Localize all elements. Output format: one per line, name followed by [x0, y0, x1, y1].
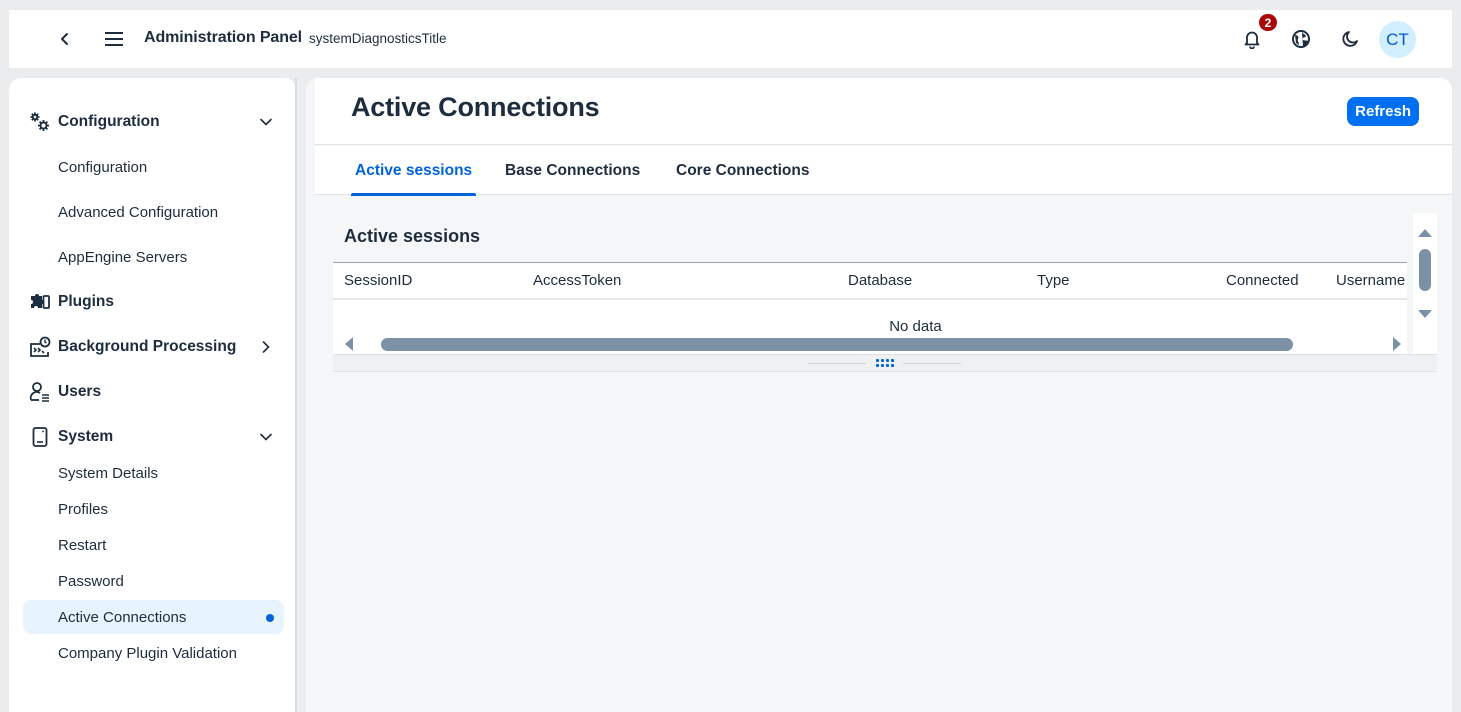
table-header: SessionID AccessToken Database Type Conn…	[333, 263, 1407, 300]
tab-base-connections[interactable]: Base Connections	[505, 146, 640, 195]
chevron-right-icon	[258, 339, 274, 355]
gears-icon	[28, 110, 52, 134]
active-indicator-dot	[266, 614, 274, 622]
sidebar-item-password[interactable]: Password	[23, 564, 284, 598]
resize-line	[808, 363, 866, 364]
tab-active-sessions[interactable]: Active sessions	[350, 146, 477, 196]
page-title: Active Connections	[351, 92, 600, 122]
column-header-username[interactable]: Username	[1336, 272, 1405, 289]
sidebar-group-system[interactable]: System	[23, 419, 284, 455]
sidebar-item-label: Password	[58, 572, 124, 590]
vertical-scrollbar[interactable]	[1413, 213, 1437, 372]
sidebar-item-label: AppEngine Servers	[58, 248, 188, 266]
main-content: Active Connections Refresh Active sessio…	[306, 78, 1452, 712]
sidebar-item-label: Configuration	[58, 158, 148, 176]
sidebar-item-system-details[interactable]: System Details	[23, 456, 284, 490]
sidebar-group-label: Users	[58, 383, 102, 400]
moon-icon	[1342, 31, 1358, 47]
sidebar-item-company-plugin-validation[interactable]: Company Plugin Validation	[23, 636, 284, 670]
sidebar-item-restart[interactable]: Restart	[23, 528, 284, 562]
app-subtitle: systemDiagnosticsTitle	[309, 31, 447, 46]
app-title: Administration Panel	[144, 29, 303, 46]
menu-button[interactable]	[96, 21, 132, 57]
chevron-left-icon	[61, 33, 68, 45]
sidebar-group-background-processing[interactable]: Background Processing	[23, 329, 284, 365]
hamburger-menu-icon	[105, 32, 123, 46]
sidebar-item-label: Advanced Configuration	[58, 203, 219, 221]
horizontal-scrollbar-thumb[interactable]	[381, 338, 1293, 351]
globe-icon	[1292, 30, 1310, 48]
table-resize-handle[interactable]	[333, 354, 1437, 372]
sessions-table: SessionID AccessToken Database Type Conn…	[333, 262, 1407, 354]
device-icon	[28, 425, 52, 449]
puzzle-icon	[28, 290, 52, 314]
sidebar-item-appengine-servers[interactable]: AppEngine Servers	[23, 240, 284, 274]
sidebar-item-label: Profiles	[58, 500, 109, 518]
sidebar-scrollbar[interactable]	[295, 78, 297, 712]
tab-core-connections[interactable]: Core Connections	[676, 146, 809, 195]
sidebar-group-configuration[interactable]: Configuration	[23, 104, 284, 140]
language-button[interactable]	[1283, 21, 1319, 57]
vertical-scrollbar-thumb[interactable]	[1419, 249, 1431, 291]
sidebar-group-label: Plugins	[58, 293, 114, 310]
sidebar-item-configuration[interactable]: Configuration	[23, 150, 284, 184]
background-job-icon	[28, 335, 52, 359]
column-header-type[interactable]: Type	[1037, 272, 1070, 289]
scroll-down-arrow[interactable]	[1418, 310, 1432, 318]
refresh-button[interactable]: Refresh	[1347, 97, 1419, 126]
notification-badge: 2	[1259, 14, 1277, 31]
sidebar-item-profiles[interactable]: Profiles	[23, 492, 284, 526]
page-header: Active Connections Refresh	[315, 78, 1452, 145]
sidebar: Configuration Configuration Advanced Con…	[9, 78, 297, 712]
bell-icon	[1244, 31, 1260, 49]
section-title: Active sessions	[344, 226, 481, 246]
empty-table-message: No data	[889, 318, 942, 335]
back-button[interactable]	[47, 21, 83, 57]
user-list-icon	[28, 380, 52, 404]
sidebar-item-label: System Details	[58, 464, 159, 482]
column-header-connected[interactable]: Connected	[1226, 272, 1299, 289]
column-header-sessionid[interactable]: SessionID	[344, 272, 412, 289]
sidebar-group-label: Configuration	[58, 113, 160, 130]
scroll-up-arrow[interactable]	[1418, 229, 1432, 237]
tab-bar: Active sessions Base Connections Core Co…	[315, 146, 1452, 196]
resize-line	[903, 363, 961, 364]
sidebar-item-label: Company Plugin Validation	[58, 644, 237, 662]
grip-icon	[876, 359, 894, 368]
chevron-down-icon	[258, 429, 274, 445]
scroll-left-arrow[interactable]	[345, 337, 353, 351]
sidebar-item-active-connections[interactable]: Active Connections	[23, 600, 284, 634]
theme-toggle-button[interactable]	[1332, 21, 1368, 57]
sidebar-group-label: Background Processing	[58, 338, 237, 355]
chevron-down-icon	[258, 114, 274, 130]
sidebar-item-advanced-configuration[interactable]: Advanced Configuration	[23, 195, 284, 229]
sidebar-group-users[interactable]: Users	[23, 374, 284, 410]
user-avatar[interactable]: CT	[1379, 21, 1416, 58]
column-header-accesstoken[interactable]: AccessToken	[533, 272, 621, 289]
sidebar-item-label: Active Connections	[58, 608, 187, 626]
sidebar-group-label: System	[58, 428, 114, 445]
shell-bar: Administration Panel systemDiagnosticsTi…	[9, 10, 1452, 68]
column-header-database[interactable]: Database	[848, 272, 912, 289]
sidebar-item-label: Restart	[58, 536, 107, 554]
sidebar-group-plugins[interactable]: Plugins	[23, 284, 284, 320]
scroll-right-arrow[interactable]	[1393, 337, 1401, 351]
